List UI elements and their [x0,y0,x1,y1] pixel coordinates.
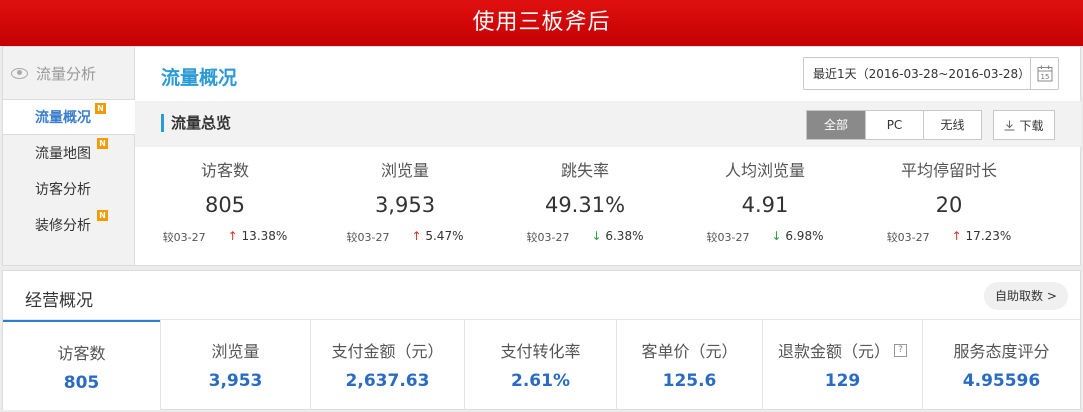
filter-pc-button[interactable]: PC [865,111,923,139]
metric-value: 49.31% [544,193,626,217]
metric-label: 访客数 [200,161,249,180]
business-cell-pageviews[interactable]: 浏览量 3,953 [160,320,310,410]
business-title: 经营概况 [25,291,93,311]
business-label: 退款金额（元） [777,342,890,361]
metric-value: 20 [935,193,963,217]
business-value: 805 [63,373,100,393]
new-badge: N [95,103,106,114]
banner-title: 使用三板斧后 [0,0,1083,46]
business-value: 2.61% [511,371,570,391]
arrow-down-icon: ↓ [771,229,782,243]
calendar-icon[interactable]: 15 [1030,58,1058,89]
business-cell-refund-amount[interactable]: 退款金额（元）? 129 [762,320,922,410]
filter-wireless-button[interactable]: 无线 [923,111,981,139]
metric-value: 3,953 [374,193,436,217]
eye-icon [11,67,28,79]
metric-bounce-rate: 跳失率 49.31% 较03-27 ↓ 6.38% [495,157,675,245]
metric-value: 805 [204,193,246,217]
metric-label: 平均停留时长 [900,161,997,180]
sidebar-item-label: 装修分析 [35,218,91,234]
metric-label: 浏览量 [380,161,429,180]
metric-change: 6.38% [605,229,644,243]
business-value: 4.95596 [962,371,1041,391]
sidebar-item-traffic-map[interactable]: 流量地图 N [3,135,134,171]
filter-all-button[interactable]: 全部 [807,111,865,139]
metric-avg-stay-time: 平均停留时长 20 较03-27 ↑ 17.23% [859,157,1039,245]
business-cell-payment-amount[interactable]: 支付金额（元） 2,637.63 [310,320,464,410]
metric-change: 6.98% [785,229,824,243]
business-label: 支付金额（元） [331,342,444,361]
sidebar-item-traffic-overview[interactable]: 流量概况 N [3,99,135,135]
metric-compare-date: 较03-27 [706,231,750,244]
download-label: 下载 [1019,118,1044,133]
business-cell-conversion-rate[interactable]: 支付转化率 2.61% [464,320,616,410]
business-label: 访客数 [57,344,106,363]
page-title: 流量概况 [161,67,238,89]
business-label: 客单价（元） [641,342,738,361]
self-service-label: 自助取数 [995,289,1044,303]
download-icon [1004,120,1015,130]
download-button[interactable]: 下载 [993,110,1055,140]
help-icon[interactable]: ? [894,343,907,357]
business-cell-visitors[interactable]: 访客数 805 [3,320,160,410]
section-header: 流量总览 全部 PC 无线 下载 [135,101,1081,147]
calendar-day: 15 [1040,73,1049,81]
metric-value: 4.91 [741,193,789,217]
business-value: 129 [824,371,861,391]
chevron-right-icon: > [1046,289,1057,303]
sidebar-item-label: 流量地图 [35,146,91,162]
metric-compare-date: 较03-27 [886,231,930,244]
sidebar-item-decoration-analysis[interactable]: 装修分析 N [3,207,134,243]
business-label: 支付转化率 [500,342,581,361]
self-service-data-button[interactable]: 自助取数 > [984,282,1068,310]
sidebar-item-visitor-analysis[interactable]: 访客分析 [3,171,134,207]
metric-change: 13.38% [241,229,288,243]
sidebar-header-label: 流量分析 [36,64,97,83]
traffic-overview-panel: 流量概况 最近1天（2016-03-28~2016-03-28） 15 流量总览… [135,46,1081,266]
metric-label: 人均浏览量 [724,161,805,180]
business-cell-unit-price[interactable]: 客单价（元） 125.6 [616,320,762,410]
metric-compare-date: 较03-27 [346,231,390,244]
business-label: 服务态度评分 [953,342,1050,361]
arrow-up-icon: ↑ [411,229,422,243]
arrow-down-icon: ↓ [591,229,602,243]
metric-pageviews: 浏览量 3,953 较03-27 ↑ 5.47% [315,157,495,245]
metric-label: 跳失率 [560,161,609,180]
new-badge: N [97,138,108,149]
metric-compare-date: 较03-27 [162,231,206,244]
metric-change: 17.23% [965,229,1012,243]
sidebar-header[interactable]: 流量分析 [3,47,134,99]
business-label: 浏览量 [211,342,260,361]
metric-change: 5.47% [425,229,464,243]
business-value: 2,637.63 [345,371,430,391]
business-metrics-row: 访客数 805 浏览量 3,953 支付金额（元） 2,637.63 支付转化率… [3,319,1080,410]
sidebar-item-label: 流量概况 [35,110,91,126]
section-title: 流量总览 [161,114,231,132]
device-filter: 全部 PC 无线 [806,110,982,140]
date-range-text: 最近1天（2016-03-28~2016-03-28） [813,67,1031,81]
business-cell-service-rating[interactable]: 服务态度评分 4.95596 [922,320,1080,410]
sidebar-item-label: 访客分析 [35,182,91,198]
business-value: 125.6 [662,371,717,391]
arrow-up-icon: ↑ [227,229,238,243]
sidebar: 流量分析 流量概况 N 流量地图 N 访客分析 装修分析 N [2,46,135,266]
business-overview-panel: 经营概况 自助取数 > 访客数 805 浏览量 3,953 支付金额（元） 2,… [2,270,1081,410]
traffic-metrics: 访客数 805 较03-27 ↑ 13.38% 浏览量 3,953 较03-27… [135,157,1081,257]
arrow-up-icon: ↑ [951,229,962,243]
metric-avg-pageviews: 人均浏览量 4.91 较03-27 ↓ 6.98% [675,157,855,245]
new-badge: N [97,210,108,221]
metric-visitors: 访客数 805 较03-27 ↑ 13.38% [135,157,315,245]
metric-compare-date: 较03-27 [526,231,570,244]
date-range-picker[interactable]: 最近1天（2016-03-28~2016-03-28） 15 [803,57,1059,90]
business-value: 3,953 [208,371,263,391]
